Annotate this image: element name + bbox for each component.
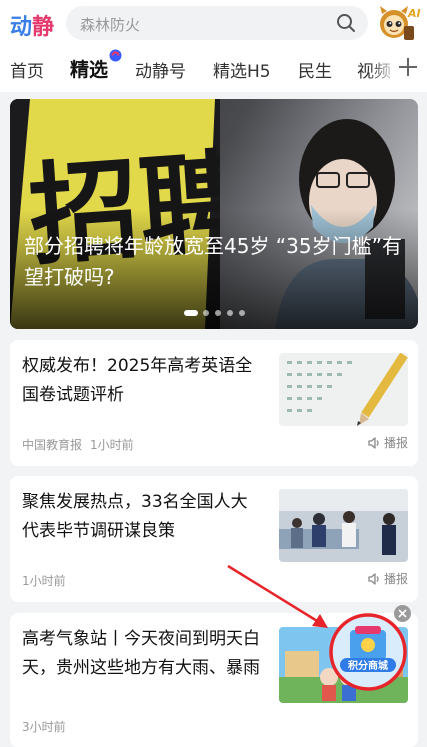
tab-home[interactable]: 首页 xyxy=(10,57,44,82)
article-time: 1小时前 xyxy=(22,574,66,588)
search-placeholder: 森林防火 xyxy=(80,16,141,34)
broadcast-button[interactable]: 播报 xyxy=(367,434,408,451)
tab-dongjinghao[interactable]: 动静号 xyxy=(135,57,186,82)
carousel-dot[interactable] xyxy=(215,310,221,316)
speaker-icon xyxy=(368,573,379,585)
logo-char-2: 静 xyxy=(32,15,55,40)
search-bar[interactable]: 森林防火 xyxy=(66,6,368,40)
ai-badge-text: AI xyxy=(407,7,421,20)
ai-assistant-icon[interactable]: AI xyxy=(374,2,422,44)
add-channel-icon[interactable] xyxy=(397,56,419,78)
points-mall-label: 积分商城 xyxy=(348,659,388,672)
annotation-arrow-icon xyxy=(227,564,328,628)
tab-livelihood[interactable]: 民生 xyxy=(298,57,332,82)
tab-featured[interactable]: 精选 xyxy=(70,55,108,82)
article-title[interactable]: 聚焦发展热点，33名全国人大代表毕节调研谋良策 xyxy=(22,488,262,546)
article-thumbnail[interactable] xyxy=(279,353,408,426)
tab-featured-indicator-icon xyxy=(109,49,122,62)
carousel-dot[interactable] xyxy=(239,310,245,316)
points-mall-badge[interactable]: 积分商城 xyxy=(328,612,408,692)
article-card[interactable]: 聚焦发展热点，33名全国人大代表毕节调研谋良策 1小时前 播报 xyxy=(10,476,418,602)
channel-tabs: 首页 精选 动静号 精选H5 民生 视频 xyxy=(0,44,427,92)
hero-title[interactable]: 部分招聘将年龄放宽至45岁 “35岁门槛”有望打破吗? xyxy=(24,231,406,293)
article-title[interactable]: 权威发布！2025年高考英语全国卷试题评析 xyxy=(22,352,262,410)
top-bar: 动静 森林防火 AI xyxy=(0,0,427,44)
points-mall-icon: 积分商城 xyxy=(329,613,407,691)
article-time: 3小时前 xyxy=(22,720,66,734)
search-icon[interactable] xyxy=(336,13,356,33)
hero-banner[interactable]: 招聘 部分招聘将年龄放宽至45岁 “35岁门槛”有望打破吗? xyxy=(10,99,418,329)
app-logo[interactable]: 动静 xyxy=(10,9,54,41)
speaker-icon xyxy=(368,437,379,449)
close-badge-button[interactable] xyxy=(394,605,411,622)
tab-fade xyxy=(369,44,399,92)
broadcast-label: 播报 xyxy=(383,572,408,586)
broadcast-button[interactable]: 播报 xyxy=(367,570,408,587)
tab-featured-h5[interactable]: 精选H5 xyxy=(213,57,271,82)
carousel-dot[interactable] xyxy=(184,310,198,316)
article-meta: 3小时前 xyxy=(22,718,66,735)
article-card[interactable]: 权威发布！2025年高考英语全国卷试题评析 中国教育报 1小时前 播报 xyxy=(10,340,418,466)
broadcast-label: 播报 xyxy=(383,436,408,450)
article-time: 1小时前 xyxy=(90,438,134,452)
article-meta: 中国教育报 1小时前 xyxy=(22,436,134,453)
article-source: 中国教育报 xyxy=(22,438,83,452)
logo-char-1: 动 xyxy=(10,15,33,40)
article-meta: 1小时前 xyxy=(22,572,66,589)
article-thumbnail[interactable] xyxy=(279,489,408,562)
carousel-dot[interactable] xyxy=(227,310,233,316)
close-icon xyxy=(398,609,407,618)
carousel-dot[interactable] xyxy=(203,310,209,316)
